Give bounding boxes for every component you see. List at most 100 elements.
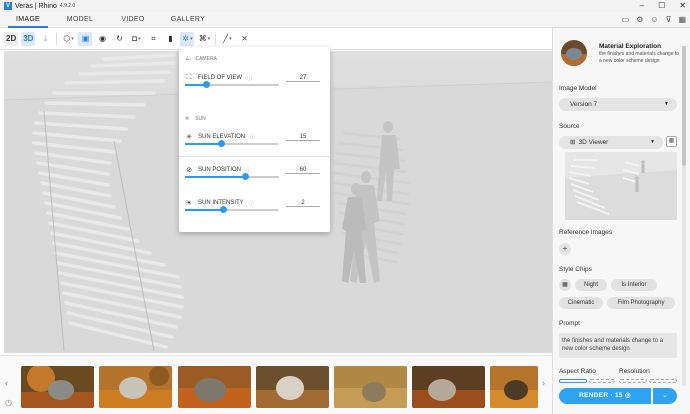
fov-slider[interactable]: [185, 81, 279, 88]
sun-icon[interactable]: ✲ ▾: [180, 31, 195, 46]
aspect-ratio-option[interactable]: [559, 379, 587, 383]
tab-gallery[interactable]: GALLERY: [166, 12, 210, 28]
minimize-icon[interactable]: –: [640, 0, 644, 12]
render-thumbnail[interactable]: [178, 366, 251, 408]
sun-intensity-control: ☀ SUN INTENSITY ⓘ 2: [185, 199, 326, 213]
app-logo-icon: V: [4, 2, 12, 10]
settings-sidebar: Material Exploration the finishes and ma…: [552, 28, 690, 414]
grid-small-icon: ⊞: [570, 139, 576, 146]
camera-angle-icon: ∠: [185, 56, 190, 62]
mode-2d-button[interactable]: 2D: [4, 31, 19, 46]
render-thumbnail[interactable]: [256, 366, 329, 408]
info-icon: ⓘ: [247, 75, 253, 82]
fov-icon: ⛶: [186, 74, 192, 81]
sun-elevation-slider[interactable]: [185, 140, 279, 147]
sidebar-scrollbar[interactable]: [682, 46, 686, 386]
download-icon[interactable]: ⤓: [38, 32, 52, 46]
camera-settings-icon[interactable]: ▮: [163, 32, 177, 46]
credit-icon: ◎: [622, 392, 631, 399]
source-select[interactable]: ⊞ 3D Viewer ▼: [559, 136, 663, 149]
brush-icon[interactable]: ╱ ▾: [220, 32, 234, 46]
info-icon: ⓘ: [250, 134, 256, 141]
resolution-option[interactable]: [619, 379, 647, 383]
nodes-icon[interactable]: ⌘ ▾: [197, 32, 211, 46]
preset-description: the finishes and materials change to a n…: [599, 51, 680, 64]
render-thumbnail[interactable]: [99, 366, 172, 408]
compass-icon: ⊘: [186, 167, 192, 174]
image-model-label: Image Model: [559, 85, 597, 92]
source-preview: [565, 152, 677, 220]
fov-value[interactable]: 27: [286, 75, 320, 82]
sun-position-control: ⊘ SUN POSITION ⓘ 60: [185, 166, 326, 180]
prompt-label: Prompt: [559, 320, 580, 327]
main-tab-bar: IMAGE MODEL VIDEO GALLERY ▭ ⚙ ☺ ⊽ ▦: [0, 12, 690, 28]
mode-3d-button[interactable]: 3D: [21, 31, 36, 46]
source-label: Source: [559, 123, 580, 130]
reference-images-label: Reference Images: [559, 229, 613, 236]
sun-section: ✲ SUN: [185, 116, 206, 122]
aspect-ratio-option[interactable]: [589, 379, 615, 383]
model-icon[interactable]: ⬡ ▾: [61, 32, 75, 46]
render-button[interactable]: RENDER · 15 ◎: [559, 388, 651, 404]
image-model-select[interactable]: Version 7 ▼: [559, 98, 677, 111]
preset-thumbnail[interactable]: [561, 40, 587, 66]
source-picker-icon[interactable]: ▦: [666, 136, 677, 147]
field-of-view-control: ⛶ FIELD OF VIEW ⓘ 27: [185, 74, 326, 88]
refresh-icon[interactable]: ↻: [112, 32, 126, 46]
sun-position-value[interactable]: 60: [286, 167, 320, 174]
prompt-input[interactable]: the finishes and materials change to a n…: [559, 333, 677, 358]
chevron-left-icon[interactable]: ‹: [5, 378, 8, 388]
chevron-down-icon: ▼: [650, 139, 655, 145]
brightness-icon: ☀: [185, 200, 193, 207]
sun-elevation-control: ✳ SUN ELEVATION ⓘ 15: [185, 133, 326, 147]
settings-icon[interactable]: ⚙: [636, 15, 643, 24]
render-options-button[interactable]: ⌄: [653, 388, 677, 404]
sun-position-slider[interactable]: [185, 173, 279, 180]
sun-intensity-slider[interactable]: [185, 206, 279, 213]
render-thumbnail[interactable]: [21, 366, 94, 408]
chevron-down-icon: ⌄: [662, 392, 668, 399]
chevron-right-icon[interactable]: ›: [542, 378, 545, 388]
render-history-strip: ‹ ◷ ›: [0, 355, 552, 414]
tab-model[interactable]: MODEL: [60, 12, 100, 28]
chip-cinematic[interactable]: Cinematic: [559, 297, 603, 309]
crop-icon[interactable]: ⌗: [146, 32, 160, 46]
chip-night[interactable]: Night: [575, 279, 607, 291]
resolution-label: Resolution: [619, 368, 650, 375]
chip-film-photography[interactable]: Film Photography: [607, 297, 675, 309]
camera-sun-popup: ∠ CAMERA ⛶ FIELD OF VIEW ⓘ 27 ✲ SUN ✳ SUN ELE…: [179, 47, 330, 232]
info-icon: ⓘ: [248, 200, 254, 207]
window-title: Veras | Rhino: [15, 2, 57, 10]
filter-icon[interactable]: ⊽: [666, 15, 672, 24]
history-icon[interactable]: ◷: [5, 398, 12, 407]
resolution-option[interactable]: [649, 379, 677, 383]
chips-grid-icon[interactable]: ▦: [559, 279, 571, 291]
camera-section: ∠ CAMERA: [185, 56, 217, 62]
image-view-icon[interactable]: ▣: [78, 31, 93, 46]
tab-video[interactable]: VIDEO: [113, 12, 153, 28]
tab-image[interactable]: IMAGE: [8, 12, 48, 28]
chip-is-interior[interactable]: Is Interior: [611, 279, 657, 291]
visibility-icon[interactable]: ◉: [95, 32, 109, 46]
close-icon[interactable]: ✕: [679, 0, 686, 12]
folder-icon[interactable]: ▭: [622, 15, 630, 24]
aspect-ratio-label: Aspect Ratio: [559, 368, 596, 375]
profile-icon[interactable]: ☺: [650, 15, 658, 24]
preset-title: Material Exploration: [599, 43, 662, 50]
sun-section-icon: ✲: [185, 116, 190, 122]
render-thumbnail[interactable]: [334, 366, 407, 408]
sun-elevation-icon: ✳: [186, 134, 192, 141]
chevron-down-icon: ▼: [664, 101, 669, 107]
camera-icon[interactable]: ◘ ▾: [129, 32, 143, 46]
app-version: 4.9.2.0: [59, 3, 76, 9]
style-chips-label: Style Chips: [559, 266, 592, 273]
maximize-icon[interactable]: ☐: [658, 0, 665, 12]
render-thumbnail[interactable]: [412, 366, 485, 408]
sun-elevation-value[interactable]: 15: [286, 134, 320, 141]
add-reference-icon[interactable]: +: [559, 243, 571, 255]
grid-icon[interactable]: ▦: [678, 15, 686, 24]
render-thumbnail[interactable]: [490, 366, 538, 408]
sun-intensity-value[interactable]: 2: [286, 200, 320, 207]
title-bar: V Veras | Rhino 4.9.2.0 – ☐ ✕: [0, 0, 690, 12]
erase-mask-icon[interactable]: ⨯: [237, 32, 251, 46]
